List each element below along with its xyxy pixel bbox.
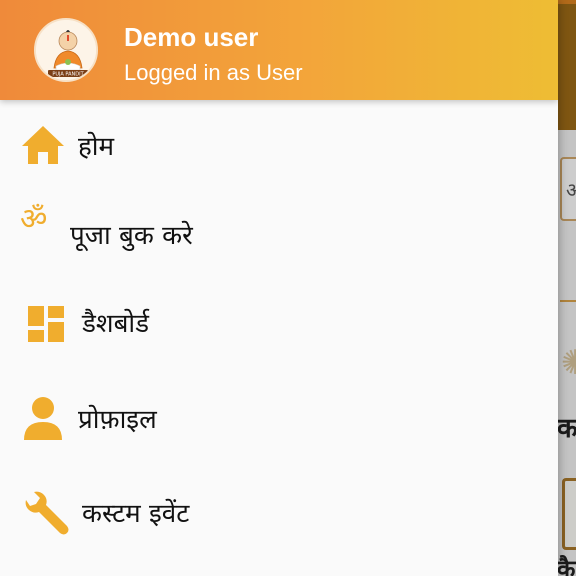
menu-item-book-puja[interactable]: ॐ पूजा बुक करे (0, 192, 558, 272)
menu-item-dashboard[interactable]: डैशबोर्ड (0, 282, 558, 362)
avatar: PUJA PANDIT (34, 18, 98, 82)
menu-item-profile[interactable]: प्रोफ़ाइल (0, 378, 558, 458)
menu-item-label: डैशबोर्ड (82, 309, 150, 339)
menu-item-custom-event[interactable]: कस्टम इवेंट (0, 470, 558, 550)
profile-icon (24, 397, 62, 440)
drawer-header: PUJA PANDIT Demo user Logged in as User (0, 0, 558, 100)
dashboard-icon (28, 306, 64, 342)
avatar-caption: PUJA PANDIT (52, 72, 84, 78)
menu-item-label: प्रोफ़ाइल (78, 405, 157, 435)
user-name: Demo user (124, 22, 259, 52)
home-icon (22, 126, 64, 164)
menu-item-label: कस्टम इवेंट (82, 499, 190, 529)
menu-item-label: होम (78, 132, 115, 162)
navigation-drawer: PUJA PANDIT Demo user Logged in as User … (0, 0, 558, 576)
menu-item-label: पूजा बुक करे (70, 221, 193, 251)
user-status: Logged in as User (124, 60, 303, 85)
om-icon: ॐ (20, 202, 48, 237)
pandit-logo-icon: PUJA PANDIT (36, 20, 96, 80)
wrench-icon (25, 491, 69, 535)
menu-item-home[interactable]: होम (0, 104, 558, 184)
